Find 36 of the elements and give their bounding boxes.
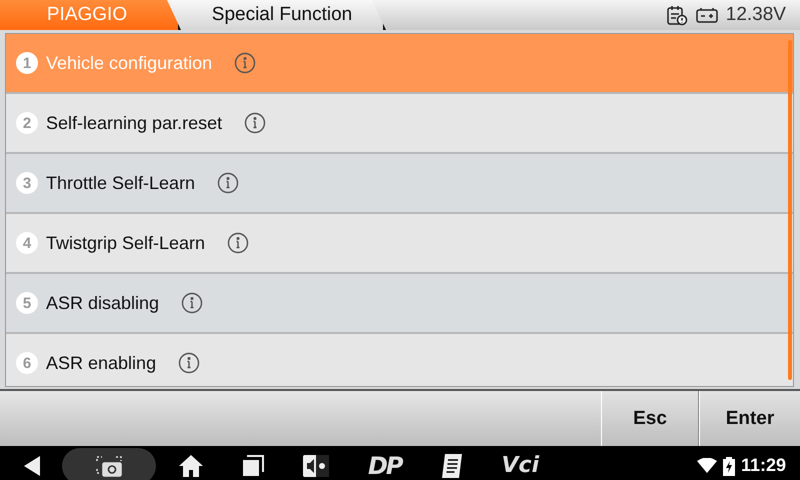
item-number: 3 <box>16 172 38 194</box>
item-number: 4 <box>16 232 38 254</box>
info-icon[interactable] <box>217 172 240 194</box>
wifi-icon <box>696 458 717 474</box>
item-number: 2 <box>16 112 38 134</box>
breadcrumb-tab[interactable]: Special Function <box>171 0 386 30</box>
function-item[interactable]: 3 Throttle Self-Learn <box>6 154 793 214</box>
info-icon[interactable] <box>227 232 250 254</box>
action-button[interactable]: Esc <box>601 391 699 446</box>
screenshot-button[interactable] <box>62 448 156 480</box>
battery-icon <box>696 7 718 23</box>
item-number: 6 <box>16 352 38 374</box>
item-number: 5 <box>16 292 38 314</box>
action-button[interactable]: Enter <box>699 391 800 446</box>
battery-voltage: 12.38V <box>726 4 786 26</box>
function-item[interactable]: 2 Self-learning par.reset <box>6 94 793 154</box>
manual-icon[interactable] <box>440 452 464 478</box>
volume-brightness-icon[interactable] <box>302 454 330 478</box>
back-icon[interactable] <box>22 454 42 476</box>
function-item[interactable]: 4 Twistgrip Self-Learn <box>6 214 793 274</box>
item-number: 1 <box>16 52 38 74</box>
clock: 11:29 <box>740 455 786 476</box>
battery-charging-icon <box>722 456 735 476</box>
scrollbar[interactable] <box>788 40 792 380</box>
function-item[interactable]: 6 ASR enabling <box>6 334 793 386</box>
info-icon[interactable] <box>181 292 204 314</box>
info-icon[interactable] <box>178 352 200 374</box>
dp-label[interactable]: DP <box>368 452 402 480</box>
recent-apps-icon[interactable] <box>242 454 264 476</box>
camera-icon <box>95 454 123 476</box>
vci-label[interactable]: Vci <box>502 453 540 478</box>
home-icon[interactable] <box>178 454 204 478</box>
calendar-alert-icon <box>666 4 688 26</box>
info-icon[interactable] <box>234 52 256 74</box>
function-item[interactable]: 5 ASR disabling <box>6 274 793 334</box>
info-icon[interactable] <box>244 112 266 134</box>
